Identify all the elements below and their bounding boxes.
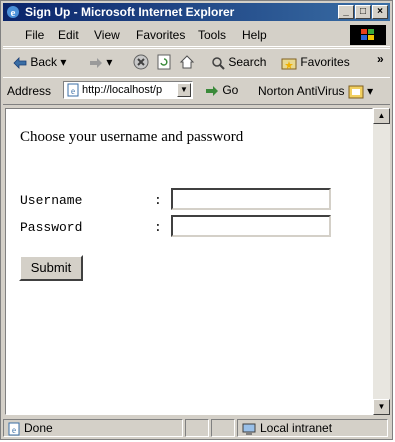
page-icon: e bbox=[67, 83, 79, 97]
norton-icon bbox=[348, 85, 364, 99]
status-panel: e Done bbox=[3, 419, 183, 437]
favorites-folder-icon bbox=[281, 58, 297, 70]
svg-text:e: e bbox=[11, 7, 16, 19]
vertical-scrollbar[interactable]: ▲ ▼ bbox=[373, 108, 390, 415]
back-button[interactable]: Back ▾ bbox=[13, 55, 66, 69]
norton-antivirus-button[interactable]: Norton AntiVirus ▾ bbox=[258, 84, 373, 99]
menu-bar: File Edit View Favorites Tools Help bbox=[3, 24, 390, 47]
local-intranet-icon bbox=[242, 423, 256, 435]
search-button[interactable]: Search bbox=[211, 55, 266, 70]
windows-logo-icon bbox=[350, 25, 386, 45]
favorites-button[interactable]: Favorites bbox=[281, 55, 350, 70]
page-done-icon: e bbox=[8, 422, 20, 436]
address-dropdown-button[interactable]: ▼ bbox=[177, 83, 191, 97]
go-button[interactable]: Go bbox=[205, 83, 238, 97]
go-arrow-icon bbox=[206, 85, 218, 96]
status-panel-empty-2 bbox=[211, 419, 235, 437]
zone-panel: Local intranet bbox=[237, 419, 388, 437]
toolbar-chevron[interactable]: » bbox=[377, 52, 384, 66]
maximize-button[interactable]: □ bbox=[355, 5, 371, 19]
menu-file[interactable]: File bbox=[25, 28, 44, 42]
search-label: Search bbox=[228, 55, 267, 69]
menu-edit[interactable]: Edit bbox=[58, 28, 79, 42]
status-text: Done bbox=[24, 421, 53, 435]
password-label: Password bbox=[20, 220, 83, 235]
svg-text:e: e bbox=[12, 425, 16, 435]
ie-logo-icon: e bbox=[7, 6, 19, 19]
window-title: Sign Up - Microsoft Internet Explorer bbox=[25, 5, 235, 19]
browser-window: e Sign Up - Microsoft Internet Explorer … bbox=[0, 0, 393, 440]
menu-view[interactable]: View bbox=[94, 28, 120, 42]
norton-label: Norton AntiVirus bbox=[258, 84, 345, 98]
home-icon[interactable] bbox=[179, 54, 195, 70]
address-bar: Address e http://localhost/p ▼ Go Norton … bbox=[3, 77, 390, 105]
username-label: Username bbox=[20, 193, 83, 208]
minimize-button[interactable]: _ bbox=[338, 5, 354, 19]
title-bar: e Sign Up - Microsoft Internet Explorer … bbox=[3, 3, 390, 21]
page-content: Choose your username and password Userna… bbox=[5, 108, 373, 415]
favorites-label: Favorites bbox=[300, 55, 350, 69]
menu-help[interactable]: Help bbox=[242, 28, 267, 42]
close-button[interactable]: × bbox=[372, 5, 388, 19]
stop-icon[interactable] bbox=[133, 54, 149, 70]
menu-favorites[interactable]: Favorites bbox=[136, 28, 185, 42]
page-heading: Choose your username and password bbox=[20, 129, 244, 145]
address-input[interactable]: e http://localhost/p ▼ bbox=[63, 81, 193, 99]
password-colon: : bbox=[154, 220, 162, 235]
go-label: Go bbox=[222, 83, 239, 97]
search-icon bbox=[212, 57, 225, 70]
menu-tools[interactable]: Tools bbox=[198, 28, 226, 42]
zone-text: Local intranet bbox=[260, 421, 333, 435]
username-field[interactable] bbox=[171, 188, 331, 210]
standard-toolbar: Back ▾ ▾ Search Favorites » bbox=[3, 48, 390, 78]
back-label: Back bbox=[30, 55, 58, 69]
status-panel-empty-1 bbox=[185, 419, 209, 437]
forward-arrow-icon bbox=[90, 57, 102, 68]
svg-text:e: e bbox=[71, 86, 75, 96]
refresh-icon[interactable] bbox=[156, 54, 172, 70]
scroll-down-button[interactable]: ▼ bbox=[373, 399, 390, 415]
status-bar: e Done Local intranet bbox=[3, 418, 390, 438]
forward-button[interactable]: ▾ bbox=[89, 55, 112, 69]
scroll-up-button[interactable]: ▲ bbox=[373, 108, 390, 124]
password-field[interactable] bbox=[171, 215, 331, 237]
address-label: Address bbox=[7, 84, 52, 98]
submit-button[interactable]: Submit bbox=[19, 255, 83, 281]
username-colon: : bbox=[154, 193, 162, 208]
back-arrow-icon bbox=[13, 56, 27, 69]
address-url: http://localhost/p bbox=[82, 84, 163, 96]
